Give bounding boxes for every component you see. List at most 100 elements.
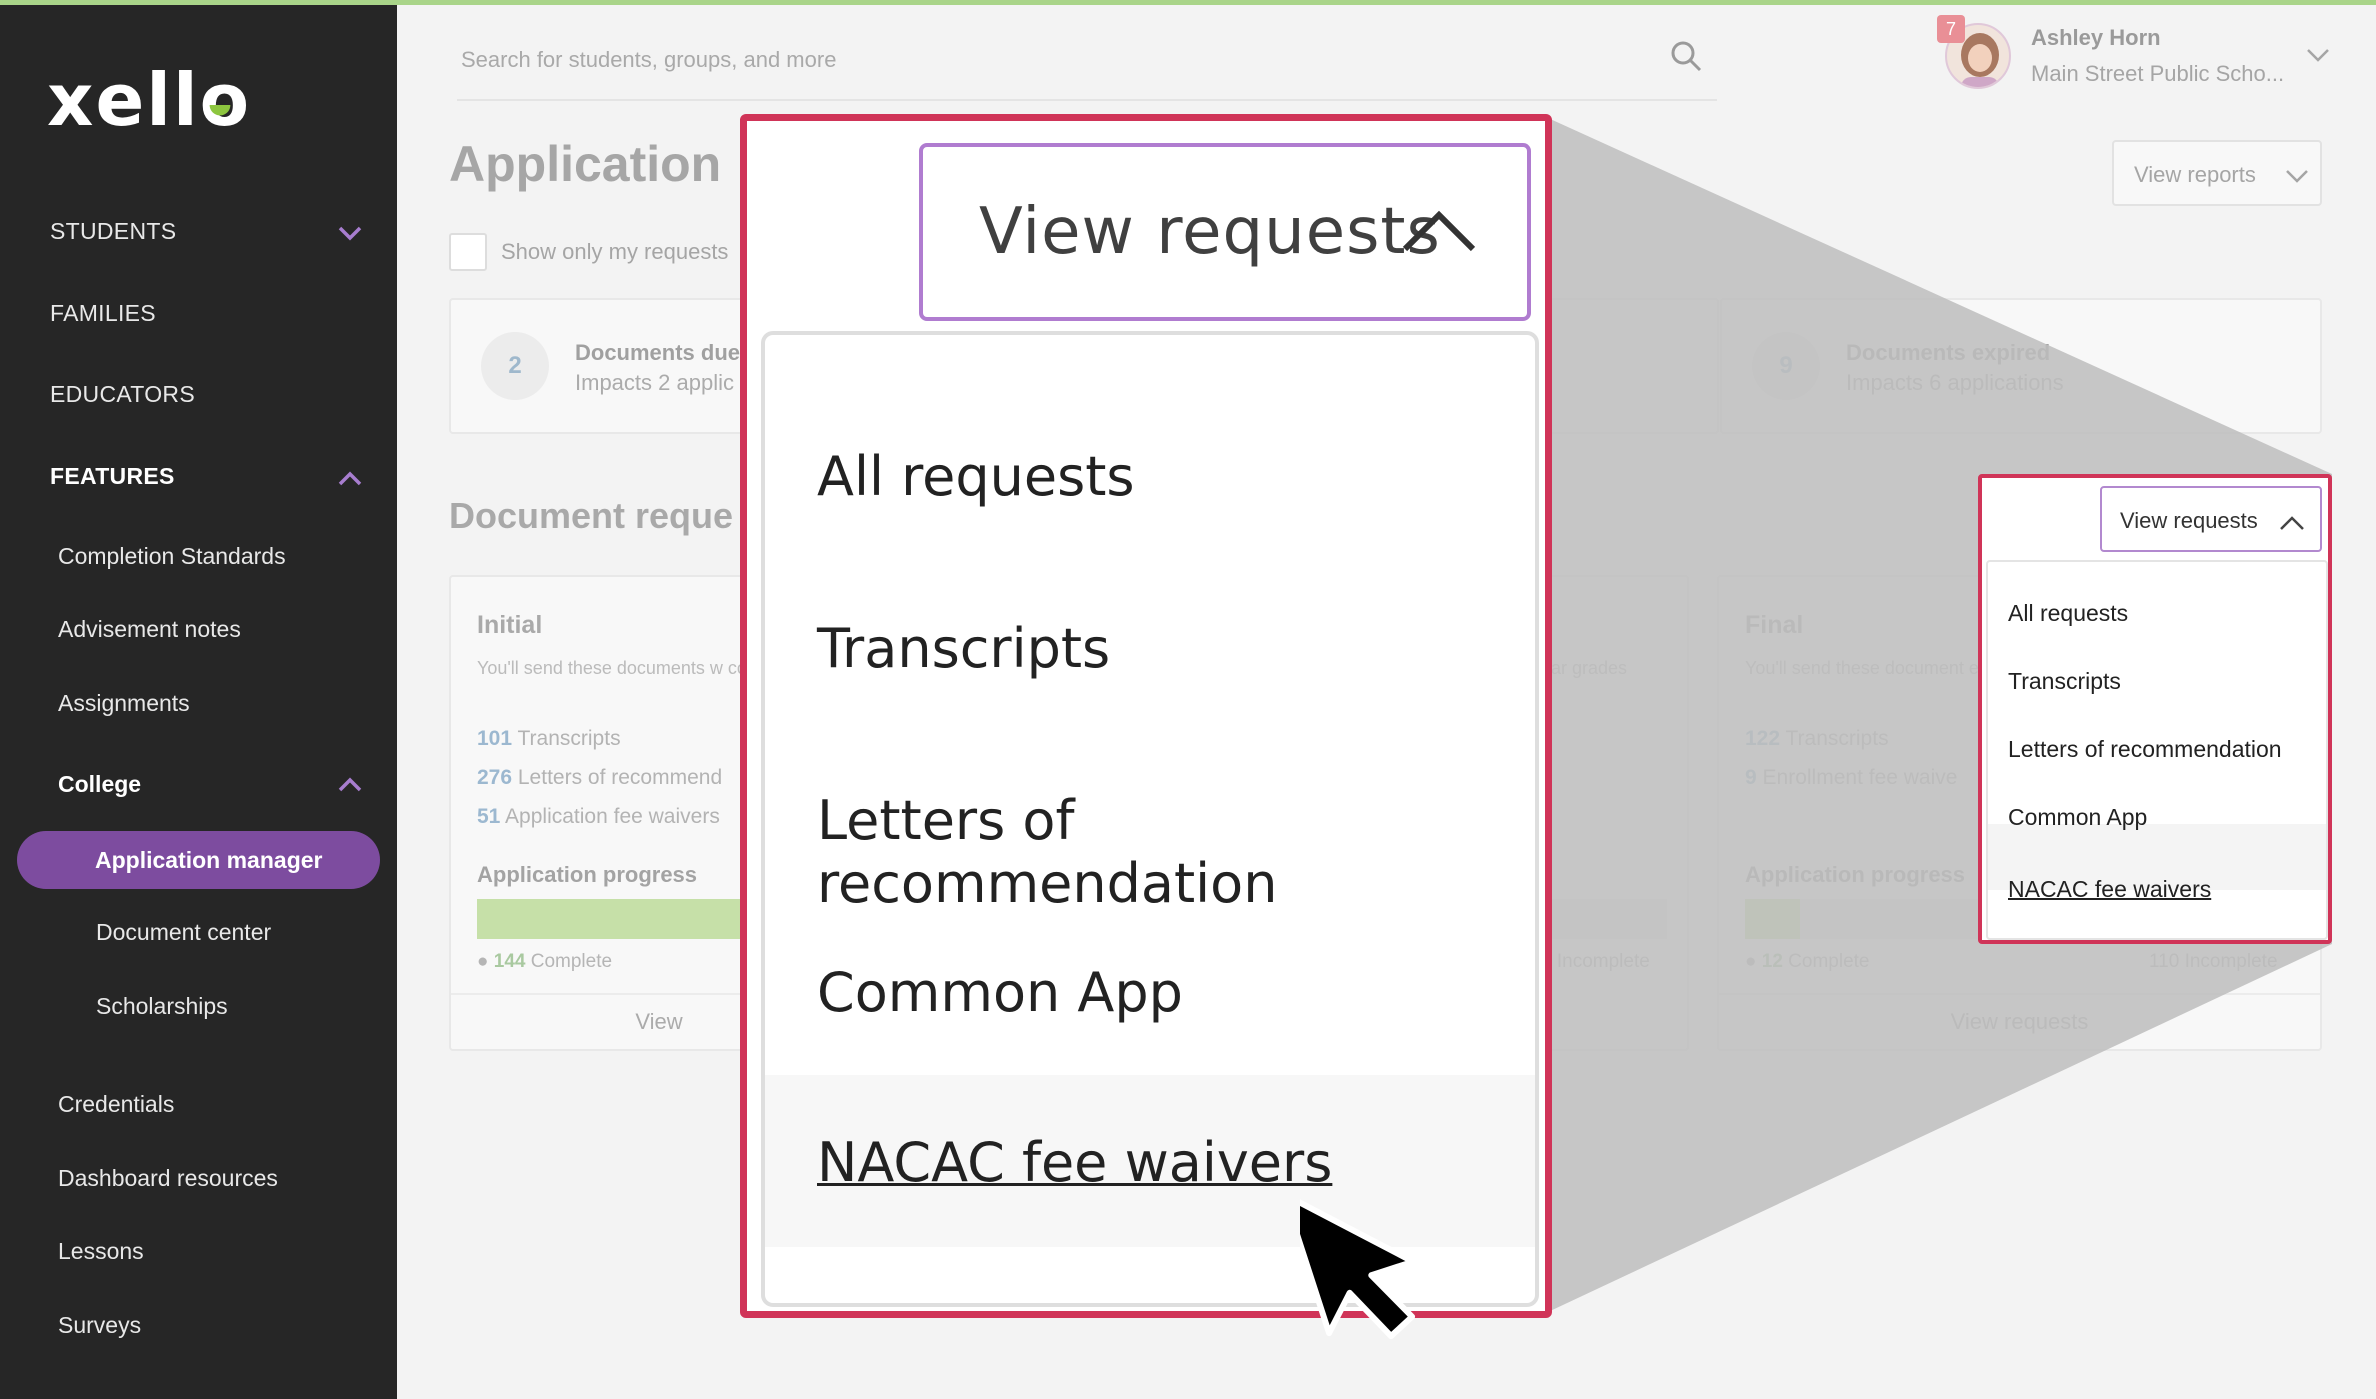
zoomed-dropdown-highlight: View requests All requests Transcripts L… bbox=[740, 114, 1552, 1318]
sidebar-item-assignments[interactable]: Assignments bbox=[58, 690, 190, 717]
menu-item-common-app[interactable]: Common App bbox=[817, 961, 1183, 1024]
card-line-letters[interactable]: 276 Letters of recommend bbox=[477, 766, 722, 790]
progress-label: Application progress bbox=[477, 862, 698, 887]
card-line-transcripts[interactable]: 101 Transcripts bbox=[477, 727, 621, 751]
small-dropdown-highlight: View requests All requests Transcripts L… bbox=[1978, 474, 2332, 944]
notification-badge[interactable]: 7 bbox=[1937, 15, 1965, 43]
show-only-my-requests-checkbox[interactable] bbox=[449, 233, 487, 271]
sidebar-item-advisement-notes[interactable]: Advisement notes bbox=[58, 616, 241, 643]
credentials-label: Credentials bbox=[58, 1091, 175, 1117]
assignments-label: Assignments bbox=[58, 690, 190, 716]
sidebar-item-credentials[interactable]: Credentials bbox=[58, 1091, 174, 1118]
dropdown-menu: All requests Transcripts Letters of reco… bbox=[1986, 560, 2328, 940]
chevron-up-icon[interactable] bbox=[337, 777, 363, 793]
stat-title: Documents expired bbox=[1846, 340, 2051, 365]
line-label: Transcripts bbox=[512, 727, 621, 750]
dropdown-menu-zoomed: All requests Transcripts Letters of reco… bbox=[761, 331, 1539, 1307]
chevron-down-icon[interactable] bbox=[2305, 47, 2331, 63]
line-label: Enrollment fee waive bbox=[1756, 766, 1958, 789]
sidebar-item-application-manager[interactable]: Application manager bbox=[17, 831, 380, 889]
menu-item-all-requests[interactable]: All requests bbox=[817, 445, 1135, 508]
menu-item-transcripts[interactable]: Transcripts bbox=[2008, 668, 2121, 695]
card-line-enrollment-waivers[interactable]: 9 Enrollment fee waive bbox=[1745, 766, 1957, 790]
view-requests-dropdown-button-zoomed[interactable]: View requests bbox=[919, 143, 1531, 321]
view-reports-label: View reports bbox=[2134, 162, 2256, 187]
line-label: Application fee waivers bbox=[500, 805, 720, 828]
card-title: Final bbox=[1745, 611, 1804, 639]
stat-count: 2 bbox=[481, 332, 549, 400]
progress-legend-complete: ● 12 Complete bbox=[1745, 951, 1870, 972]
card-line-fee-waivers[interactable]: 51 Application fee waivers bbox=[477, 805, 720, 829]
chevron-down-icon[interactable] bbox=[337, 225, 363, 241]
dashboard-resources-label: Dashboard resources bbox=[58, 1165, 278, 1191]
chevron-down-icon bbox=[2286, 170, 2308, 183]
count: 276 bbox=[477, 766, 513, 789]
count: 144 bbox=[493, 951, 526, 972]
view-requests-link[interactable]: View requests bbox=[1719, 993, 2320, 1049]
stat-count: 9 bbox=[1752, 332, 1820, 400]
logo-dot-icon bbox=[209, 105, 231, 116]
surveys-label: Surveys bbox=[58, 1312, 142, 1338]
line-label: Transcripts bbox=[1780, 727, 1889, 750]
card-title: Initial bbox=[477, 611, 543, 639]
card-line-transcripts[interactable]: 122 Transcripts bbox=[1745, 727, 1889, 751]
sidebar-item-surveys[interactable]: Surveys bbox=[58, 1312, 141, 1339]
chevron-up-icon bbox=[2280, 516, 2304, 530]
sidebar-item-lessons[interactable]: Lessons bbox=[58, 1238, 144, 1265]
scholarships-label: Scholarships bbox=[96, 993, 228, 1019]
menu-item-transcripts[interactable]: Transcripts bbox=[817, 617, 1110, 680]
dropdown-button-label: View requests bbox=[979, 195, 1441, 269]
view-reports-button[interactable]: View reports bbox=[2112, 140, 2322, 206]
advisement-notes-label: Advisement notes bbox=[58, 616, 241, 642]
count: 51 bbox=[477, 805, 501, 828]
count: 122 bbox=[1745, 727, 1781, 750]
stat-subtitle: Impacts 2 applic bbox=[575, 370, 734, 395]
college-label: College bbox=[58, 771, 142, 797]
nav-features[interactable]: FEATURES bbox=[50, 463, 175, 490]
show-only-my-requests-label: Show only my requests bbox=[501, 239, 729, 264]
menu-item-letters-of-recommendation[interactable]: Letters of recommendation bbox=[817, 789, 1535, 915]
user-school: Main Street Public Scho... bbox=[2031, 61, 2285, 86]
completion-standards-label: Completion Standards bbox=[58, 543, 286, 569]
dropdown-button-label: View requests bbox=[2120, 508, 2258, 533]
nav-families-label: FAMILIES bbox=[50, 300, 156, 326]
sidebar-item-dashboard-resources[interactable]: Dashboard resources bbox=[58, 1165, 278, 1192]
nav-students-label: STUDENTS bbox=[50, 218, 177, 244]
legend-label: Complete bbox=[1782, 951, 1870, 972]
menu-item-nacac-fee-waivers[interactable]: NACAC fee waivers bbox=[817, 1131, 1332, 1194]
chevron-up-icon[interactable] bbox=[337, 471, 363, 487]
search-input[interactable]: Search for students, groups, and more bbox=[461, 47, 836, 73]
search-bar[interactable]: Search for students, groups, and more bbox=[457, 25, 1717, 101]
stat-card-documents-expired[interactable]: 9 Documents expired Impacts 6 applicatio… bbox=[1720, 298, 2322, 434]
nav-families[interactable]: FAMILIES bbox=[50, 300, 156, 327]
nav-educators-label: EDUCATORS bbox=[50, 381, 195, 407]
page-title: Application bbox=[449, 136, 722, 192]
menu-item-common-app[interactable]: Common App bbox=[2008, 804, 2147, 831]
menu-item-nacac-fee-waivers[interactable]: NACAC fee waivers bbox=[2008, 876, 2211, 903]
nav-features-label: FEATURES bbox=[50, 463, 175, 489]
nav-students[interactable]: STUDENTS bbox=[50, 218, 176, 245]
mouse-pointer-icon bbox=[1300, 1191, 1417, 1340]
progress-fill bbox=[1745, 899, 1801, 939]
nav-educators[interactable]: EDUCATORS bbox=[50, 381, 195, 408]
lessons-label: Lessons bbox=[58, 1238, 144, 1264]
menu-item-letters-of-recommendation[interactable]: Letters of recommendation bbox=[2008, 736, 2282, 763]
search-icon[interactable] bbox=[1669, 39, 1703, 73]
user-name: Ashley Horn bbox=[2031, 25, 2161, 50]
menu-item-all-requests[interactable]: All requests bbox=[2008, 600, 2128, 627]
application-manager-label: Application manager bbox=[95, 847, 323, 873]
sidebar-item-completion-standards[interactable]: Completion Standards bbox=[58, 543, 286, 570]
stat-title: Documents due bbox=[575, 340, 741, 365]
legend-label: Complete bbox=[525, 951, 613, 972]
card-description: ar grades bbox=[1551, 658, 1628, 678]
progress-legend-complete: ● 144 Complete bbox=[477, 951, 613, 972]
sidebar-item-document-center[interactable]: Document center bbox=[96, 919, 271, 946]
section-title: Document reque bbox=[449, 495, 734, 536]
xello-logo[interactable]: xello bbox=[47, 60, 249, 140]
sidebar-item-college[interactable]: College bbox=[58, 771, 141, 798]
count: 12 bbox=[1761, 951, 1783, 972]
line-label: Letters of recommend bbox=[512, 766, 723, 789]
progress-label: Application progress bbox=[1745, 862, 1966, 887]
sidebar-item-scholarships[interactable]: Scholarships bbox=[96, 993, 228, 1020]
view-requests-dropdown-button[interactable]: View requests bbox=[2100, 486, 2322, 552]
